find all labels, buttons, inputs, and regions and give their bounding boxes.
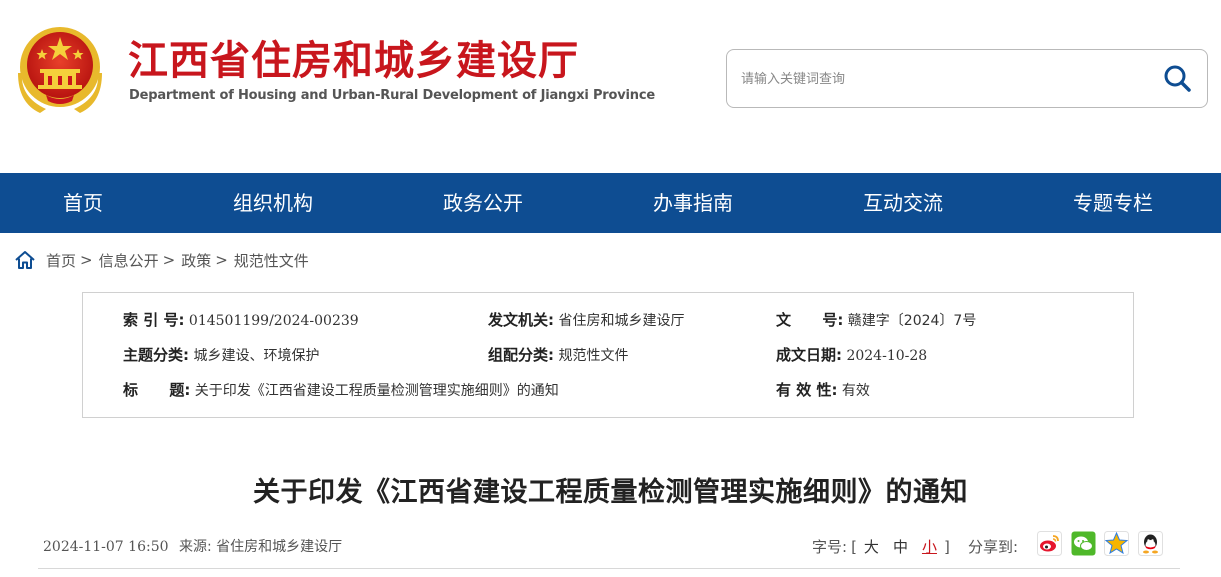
info-docno-label: 文 号: xyxy=(776,311,844,329)
info-topic-value: 城乡建设、环境保护 xyxy=(193,348,320,364)
font-size-bracket-close: ] xyxy=(943,537,950,556)
info-category-value: 规范性文件 xyxy=(558,348,629,364)
article-meta: 2024-11-07 16:50 来源: 省住房和城乡建设厅 xyxy=(43,536,342,556)
info-title-label: 标 题: xyxy=(123,381,191,399)
info-title: 标 题: 关于印发《江西省建设工程质量检测管理实施细则》的通知 xyxy=(123,380,559,401)
main-nav: 首页 组织机构 政务公开 办事指南 互动交流 专题专栏 xyxy=(0,173,1221,233)
site-subtitle: Department of Housing and Urban-Rural De… xyxy=(129,88,655,103)
site-header: 江西省住房和城乡建设厅 Department of Housing and Ur… xyxy=(0,0,1221,173)
nav-item-government-affairs[interactable]: 政务公开 xyxy=(393,173,573,233)
info-category: 组配分类: 规范性文件 xyxy=(488,345,628,366)
search-input[interactable] xyxy=(741,68,1141,90)
info-validity: 有 效 性: 有效 xyxy=(776,380,870,401)
search-icon[interactable] xyxy=(1162,63,1192,93)
article-datetime: 2024-11-07 16:50 xyxy=(43,539,169,555)
breadcrumb-normative-documents[interactable]: 规范性文件 xyxy=(234,250,309,271)
info-issuer-value: 省住房和城乡建设厅 xyxy=(558,313,685,329)
site-title: 江西省住房和城乡建设厅 xyxy=(128,38,579,84)
nav-item-service-guide[interactable]: 办事指南 xyxy=(603,173,783,233)
home-icon[interactable] xyxy=(14,249,36,271)
qzone-icon[interactable] xyxy=(1104,531,1129,556)
info-title-value: 关于印发《江西省建设工程质量检测管理实施细则》的通知 xyxy=(194,383,559,399)
search-box xyxy=(726,49,1208,108)
info-validity-label: 有 效 性: xyxy=(776,381,838,399)
qq-icon[interactable] xyxy=(1138,531,1163,556)
breadcrumb-separator: > xyxy=(215,251,228,269)
info-topic-label: 主题分类: xyxy=(123,346,189,364)
article-source-label: 来源: xyxy=(178,539,212,555)
national-emblem-icon xyxy=(18,27,102,113)
info-validity-value: 有效 xyxy=(841,383,870,399)
nav-item-interaction[interactable]: 互动交流 xyxy=(813,173,993,233)
nav-item-organization[interactable]: 组织机构 xyxy=(183,173,363,233)
article-title: 关于印发《江西省建设工程质量检测管理实施细则》的通知 xyxy=(253,477,968,508)
info-docno-value: 赣建字〔2024〕7号 xyxy=(847,313,977,329)
info-date-value: 2024-10-28 xyxy=(846,348,928,364)
info-index: 索 引 号: 014501199/2024-00239 xyxy=(123,310,359,331)
breadcrumb: 首页 > 信息公开 > 政策 > 规范性文件 xyxy=(14,248,309,272)
article-source-value: 省住房和城乡建设厅 xyxy=(216,539,343,555)
info-issuer-label: 发文机关: xyxy=(488,311,554,329)
info-docno: 文 号: 赣建字〔2024〕7号 xyxy=(776,310,976,331)
nav-item-home[interactable]: 首页 xyxy=(0,173,173,233)
font-size-large-button[interactable]: 大 xyxy=(864,536,879,557)
info-date: 成文日期: 2024-10-28 xyxy=(776,345,927,366)
info-index-value: 014501199/2024-00239 xyxy=(188,313,359,329)
wechat-icon[interactable] xyxy=(1071,531,1096,556)
info-issuer: 发文机关: 省住房和城乡建设厅 xyxy=(488,310,684,331)
info-topic: 主题分类: 城乡建设、环境保护 xyxy=(123,345,319,366)
font-size-medium-button[interactable]: 中 xyxy=(893,536,908,557)
weibo-icon[interactable] xyxy=(1037,531,1062,556)
info-date-label: 成文日期: xyxy=(776,346,842,364)
breadcrumb-info-disclosure[interactable]: 信息公开 xyxy=(99,250,159,271)
breadcrumb-policy[interactable]: 政策 xyxy=(181,250,211,271)
breadcrumb-separator: > xyxy=(162,251,176,269)
font-size-bracket-open: [ xyxy=(851,537,857,556)
document-info-table: 索 引 号: 014501199/2024-00239 发文机关: 省住房和城乡… xyxy=(82,292,1134,418)
info-index-label: 索 引 号: xyxy=(123,311,185,329)
meta-divider xyxy=(38,568,1180,569)
font-size-small-button[interactable]: 小 xyxy=(922,536,937,557)
info-category-label: 组配分类: xyxy=(488,346,554,364)
font-size-label: 字号: xyxy=(812,538,848,556)
breadcrumb-separator: > xyxy=(80,251,93,269)
nav-item-special-topics[interactable]: 专题专栏 xyxy=(1023,173,1203,233)
font-size-selector: 字号: [ 大 中 小 ] xyxy=(812,536,950,557)
breadcrumb-home[interactable]: 首页 xyxy=(46,250,76,271)
share-label: 分享到: xyxy=(968,538,1019,556)
